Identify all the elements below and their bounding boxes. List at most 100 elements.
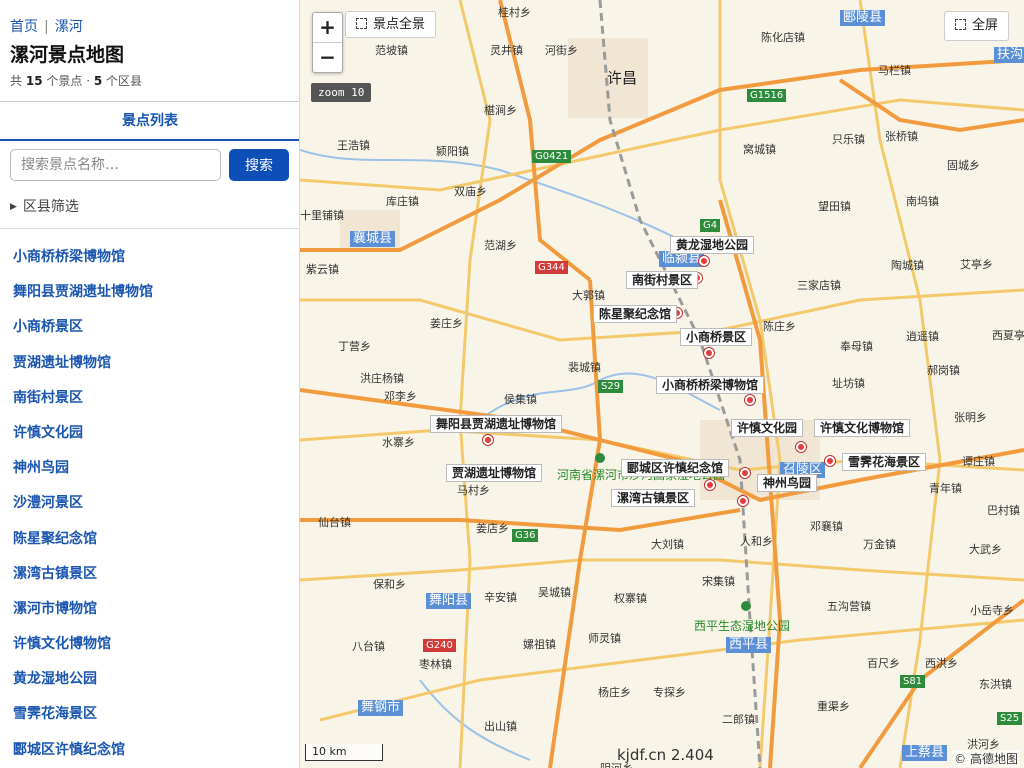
poi-label[interactable]: 郾城区许慎纪念馆 (621, 459, 730, 477)
place-label: 三家店镇 (797, 279, 841, 292)
place-label: 桂村乡 (498, 6, 531, 19)
poi-marker[interactable] (825, 456, 835, 466)
place-label: 重渠乡 (817, 700, 850, 713)
place-label: 马村乡 (457, 484, 490, 497)
spot-list-item[interactable]: 雪霁花海景区 (13, 697, 153, 732)
poi-label[interactable]: 神州鸟园 (757, 474, 818, 492)
breadcrumb-current-link[interactable]: 漯河 (55, 19, 83, 35)
road-shield: G36 (512, 529, 539, 542)
tab-spot-list-label: 景点列表 (122, 113, 178, 129)
district-filter-label: 区县筛选 (22, 199, 79, 215)
spot-list-item[interactable]: 许慎文化园 (13, 416, 153, 451)
county-label: 舞阳县 (426, 593, 472, 609)
poi-label[interactable]: 许慎文化博物馆 (814, 419, 911, 437)
page-title: 漯河景点地图 (10, 44, 125, 66)
place-label: 专探乡 (653, 686, 686, 699)
place-label: 裴城镇 (568, 361, 601, 374)
poi-marker[interactable] (705, 480, 715, 490)
overview-button[interactable]: 景点全景 (345, 11, 437, 38)
poi-label[interactable]: 雪霁花海景区 (842, 453, 927, 471)
place-label: 紫云镇 (306, 263, 339, 276)
spot-list-item[interactable]: 小商桥桥梁博物馆 (13, 240, 153, 275)
place-label: 姜庄乡 (430, 317, 463, 330)
scale-bar: 10 km (305, 744, 383, 761)
place-label: 河街乡 (545, 44, 578, 57)
spot-list-item[interactable]: 神州鸟园 (13, 451, 153, 486)
spot-list-item[interactable]: 小商桥景区 (13, 310, 153, 345)
place-label: 二郎镇 (722, 713, 755, 726)
spot-list-item[interactable]: 漯湾古镇景区 (13, 557, 153, 592)
poi-label[interactable]: 舞阳县贾湖遗址博物馆 (430, 415, 563, 433)
highway (548, 279, 603, 768)
road (300, 558, 1024, 582)
place-label: 丁营乡 (338, 340, 371, 353)
poi-marker[interactable] (745, 395, 755, 405)
search-button[interactable]: 搜索 (229, 149, 289, 181)
poi-marker[interactable] (796, 442, 806, 452)
place-label: 王浩镇 (337, 139, 370, 152)
poi-label[interactable]: 漯湾古镇景区 (611, 489, 696, 507)
road (858, 0, 942, 768)
spot-list-item[interactable]: 许慎文化博物馆 (13, 627, 153, 662)
poi-label[interactable]: 许慎文化园 (731, 419, 804, 437)
sidebar: 首页 | 漯河 漯河景点地图 共 15 个景点 · 5 个区县 景点列表 搜索 ▶ 区… (0, 0, 300, 768)
spot-list-item[interactable]: 沙澧河景区 (13, 486, 153, 521)
place-label: 陶城镇 (891, 259, 924, 272)
poi-label[interactable]: 陈星聚纪念馆 (593, 305, 678, 323)
place-label: 固城乡 (947, 159, 980, 172)
place-label: 洪庄杨镇 (360, 372, 404, 385)
spot-list-item[interactable]: 陈星聚纪念馆 (13, 522, 153, 557)
poi-marker[interactable] (483, 435, 493, 445)
park-tree-icon (741, 601, 751, 611)
place-label: 十里铺镇 (300, 209, 344, 222)
stats-district-count: 5 (93, 74, 103, 88)
fullscreen-button[interactable]: 全屏 (944, 11, 1010, 41)
place-label: 奉母镇 (840, 340, 873, 353)
poi-marker[interactable] (699, 256, 709, 266)
city-label-xuchang: 许昌 (607, 69, 638, 87)
county-label: 郾陵县 (840, 10, 886, 26)
poi-marker[interactable] (740, 468, 750, 478)
map-view[interactable]: 许昌 襄城县 临颍县 舞阳县 召陵区 西平县 舞钢市 上蔡县 郾陵县 扶沟 河南… (300, 0, 1024, 768)
spot-list-item[interactable]: 漯河市博物馆 (13, 592, 153, 627)
search-input[interactable] (10, 149, 221, 181)
place-label: 师灵镇 (588, 632, 621, 645)
place-label: 嫘祖镇 (523, 638, 556, 651)
stats-mid: 个景点 · (46, 74, 91, 88)
poi-label[interactable]: 小商桥景区 (680, 328, 753, 346)
spot-list-item[interactable]: 郾城区许慎纪念馆 (13, 733, 153, 768)
spot-list-item[interactable]: 南街村景区 (13, 381, 153, 416)
poi-label[interactable]: 南街村景区 (626, 271, 699, 289)
stats-suffix: 个区县 (106, 74, 143, 88)
place-label: 宋集镇 (702, 575, 735, 588)
spot-list-item[interactable]: 贾湖遗址博物馆 (13, 346, 153, 381)
place-label: 张桥镇 (885, 130, 918, 143)
place-label: 仙台镇 (318, 516, 351, 529)
road-shield: S25 (997, 712, 1023, 725)
poi-marker[interactable] (704, 348, 714, 358)
poi-label[interactable]: 小商桥桥梁博物馆 (656, 376, 765, 394)
place-label: 库庄镇 (386, 195, 419, 208)
place-label: 双庙乡 (454, 185, 487, 198)
place-label: 万金镇 (863, 538, 896, 551)
poi-label[interactable]: 贾湖遗址博物馆 (446, 464, 543, 482)
stats-spot-count: 15 (25, 74, 43, 88)
breadcrumb-home-link[interactable]: 首页 (10, 19, 38, 35)
place-label: 邓李乡 (384, 390, 417, 403)
poi-marker[interactable] (738, 496, 748, 506)
caret-right-icon: ▶ (10, 202, 17, 212)
county-label: 舞钢市 (358, 700, 404, 716)
place-label: 西洪乡 (925, 657, 958, 670)
place-label: 址坊镇 (832, 377, 865, 390)
tab-spot-list[interactable]: 景点列表 (0, 101, 299, 141)
poi-label[interactable]: 黄龙湿地公园 (670, 236, 755, 254)
road-shield: S81 (900, 675, 926, 688)
place-label: 张明乡 (954, 411, 987, 424)
zoom-out-button[interactable]: − (313, 43, 342, 73)
spot-list-item[interactable]: 黄龙湿地公园 (13, 662, 153, 697)
highway (300, 58, 1024, 252)
zoom-in-button[interactable]: + (313, 13, 342, 43)
district-filter-toggle[interactable]: ▶ 区县筛选 (10, 196, 79, 216)
place-label: 东洪镇 (979, 678, 1012, 691)
spot-list-item[interactable]: 舞阳县贾湖遗址博物馆 (13, 275, 153, 310)
